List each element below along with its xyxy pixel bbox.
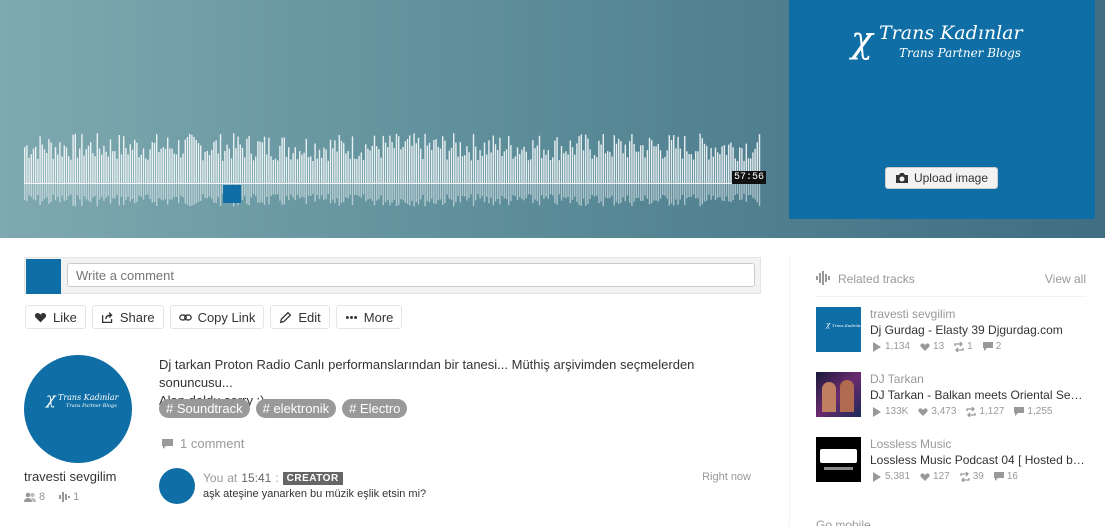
comment-input[interactable] [67, 263, 755, 287]
related-tracks-header: Related tracks View all [816, 270, 1086, 288]
tag-electro[interactable]: # Electro [342, 399, 408, 418]
related-track[interactable]: Lossless Music Lossless Music Podcast 04… [816, 437, 1086, 487]
current-user-avatar [26, 259, 61, 294]
heart-icon [920, 472, 930, 481]
play-icon [873, 406, 881, 417]
track-title[interactable]: DJ Tarkan - Balkan meets Oriental Sessio… [870, 388, 1086, 402]
comment-icon [982, 341, 993, 351]
uploader-stats: 8 1 [24, 491, 79, 503]
track-title[interactable]: Lossless Music Podcast 04 [ Hosted by Ee… [870, 453, 1086, 467]
track-title[interactable]: Dj Gurdag - Elasty 39 Djgurdag.com [870, 323, 1086, 337]
followers-stat[interactable]: 8 [24, 491, 45, 503]
view-all-link[interactable]: View all [1045, 272, 1086, 286]
heart-icon [918, 407, 928, 416]
comment-icon [162, 438, 173, 449]
creator-badge: CREATOR [282, 471, 343, 485]
comment-item: You at 15:41: CREATOR aşk ateşine yanark… [159, 468, 759, 508]
tag-list: # Soundtrack # elektronik # Electro [159, 399, 408, 418]
player-hero: 57:56 χ Trans Kadınlar Trans Partner Blo… [0, 0, 1105, 238]
sidebar-divider [789, 255, 790, 526]
related-track[interactable]: χ Trans Kadınlar travesti sevgilim Dj Gu… [816, 307, 1086, 357]
track-user[interactable]: DJ Tarkan [870, 372, 924, 386]
link-icon [178, 313, 192, 321]
repost-icon [966, 406, 977, 417]
play-icon [873, 471, 881, 482]
commenter-name[interactable]: You [203, 471, 223, 485]
repost-icon [954, 341, 964, 352]
waveform-icon [59, 492, 71, 502]
related-divider [816, 296, 1086, 297]
comment-at: at [227, 471, 238, 485]
person-figure [840, 380, 854, 412]
tracks-stat[interactable]: 1 [59, 491, 79, 503]
related-tracks-title: Related tracks [838, 272, 915, 286]
track-thumbnail[interactable]: χ Trans Kadınlar [816, 307, 861, 352]
camera-icon [895, 173, 908, 183]
track-stats: 1,134 13 1 2 [872, 341, 1001, 352]
copy-link-button[interactable]: Copy Link [169, 305, 265, 329]
tag-elektronik[interactable]: # elektronik [255, 399, 337, 418]
followers-icon [24, 492, 36, 502]
comment-icon [1014, 406, 1025, 416]
comment-form [24, 257, 761, 294]
uploader-avatar[interactable]: χ Trans Kadınlar Trans Partner Blogs [24, 355, 132, 463]
related-track[interactable]: DJ Tarkan DJ Tarkan - Balkan meets Orien… [816, 372, 1086, 422]
track-thumbnail[interactable] [816, 372, 861, 417]
duration-badge: 57:56 [732, 171, 767, 184]
heart-icon [920, 342, 930, 351]
person-figure [822, 382, 836, 412]
logo-text-line [824, 467, 853, 470]
track-user[interactable]: Lossless Music [870, 437, 951, 451]
track-stats: 133K 3,473 1,127 1,255 [872, 406, 1052, 417]
track-stats: 5,381 127 39 16 [872, 471, 1018, 482]
comment-marker[interactable] [223, 185, 241, 203]
comment-header: You at 15:41: CREATOR [203, 471, 343, 485]
edit-button[interactable]: Edit [270, 305, 330, 329]
track-actions: Like Share Copy Link Edit More [25, 305, 403, 329]
like-button[interactable]: Like [25, 305, 86, 329]
more-button[interactable]: More [335, 305, 403, 329]
pencil-icon [280, 311, 292, 323]
waveform-icon [816, 271, 830, 285]
upload-image-button[interactable]: Upload image [885, 167, 998, 189]
share-icon [101, 311, 113, 323]
tag-soundtrack[interactable]: # Soundtrack [159, 399, 250, 418]
track-artwork: χ Trans Kadınlar Trans Partner Blogs Upl… [789, 0, 1095, 219]
comment-timestamp[interactable]: 15:41 [241, 471, 271, 485]
heart-icon [34, 312, 47, 322]
description-line: Dj tarkan Proton Radio Canlı performansl… [159, 357, 695, 390]
comment-text: aşk ateşine yanarken bu müzik eşlik etsi… [203, 488, 427, 500]
comment-posted-time: Right now [702, 471, 751, 483]
repost-icon [960, 471, 970, 482]
more-dots-icon [345, 315, 357, 319]
commenter-avatar[interactable] [159, 468, 195, 504]
track-thumbnail[interactable] [816, 437, 861, 482]
go-mobile-heading: Go mobile [816, 518, 871, 526]
comment-count: 1 comment [161, 436, 244, 451]
track-user[interactable]: travesti sevgilim [870, 307, 955, 321]
waveform[interactable] [24, 124, 761, 210]
uploader-name[interactable]: travesti sevgilim [24, 469, 116, 484]
share-button[interactable]: Share [91, 305, 164, 329]
comment-icon [993, 471, 1004, 481]
lossless-logo [820, 449, 857, 463]
play-icon [873, 341, 881, 352]
